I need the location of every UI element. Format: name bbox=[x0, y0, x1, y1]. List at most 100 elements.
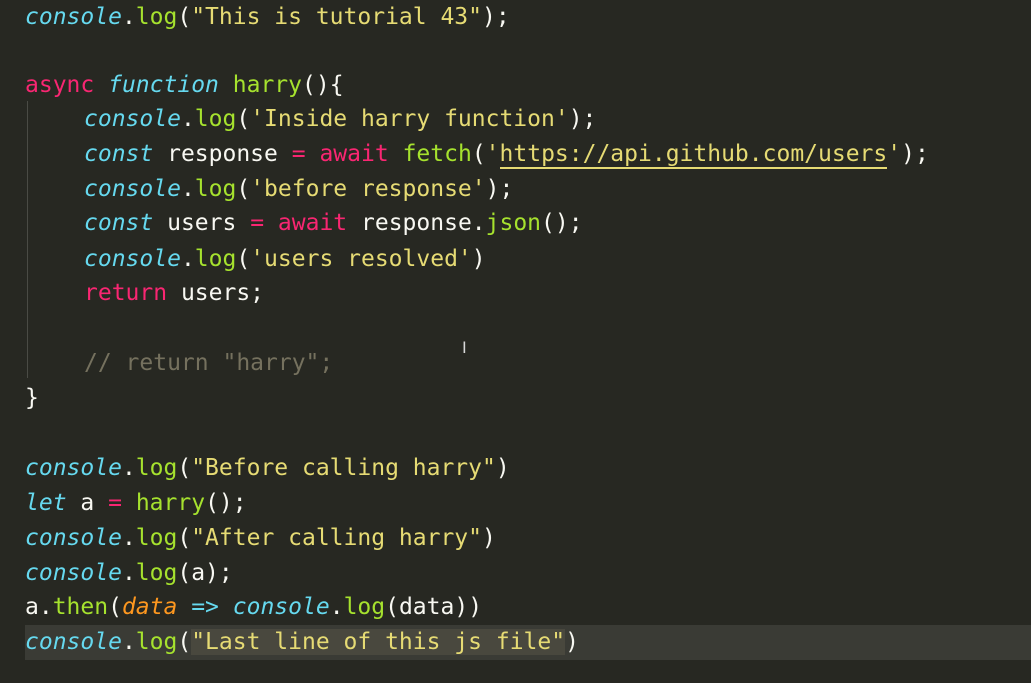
token-dot: . bbox=[329, 594, 344, 620]
token-parameter: data bbox=[121, 594, 178, 620]
token-console: console bbox=[84, 106, 181, 132]
token-punct: (); bbox=[205, 490, 247, 516]
token-log: log bbox=[194, 106, 237, 132]
token-paren: ( bbox=[471, 141, 486, 167]
token-punct: ); bbox=[568, 106, 597, 132]
code-line-3[interactable]: async function harry(){ bbox=[25, 68, 344, 103]
token-string: 'Inside harry function' bbox=[250, 106, 569, 132]
token-quote: ' bbox=[485, 141, 500, 167]
token-variable: response bbox=[153, 141, 292, 167]
code-line-4[interactable]: console.log('Inside harry function'); bbox=[84, 102, 596, 137]
token-then: then bbox=[52, 594, 109, 620]
token-dot: . bbox=[121, 4, 136, 30]
token-punct: (data)) bbox=[385, 594, 483, 620]
token-punct: (); bbox=[541, 210, 583, 236]
token-console: console bbox=[25, 560, 122, 586]
token-log: log bbox=[194, 246, 237, 272]
token-object: response. bbox=[361, 210, 486, 236]
token-const: const bbox=[84, 210, 154, 236]
token-object: a. bbox=[25, 594, 53, 620]
token-dot: . bbox=[121, 455, 136, 481]
token-dot: . bbox=[121, 560, 136, 586]
token-function-call: harry bbox=[135, 490, 206, 516]
token-string: 'users resolved' bbox=[250, 246, 472, 272]
token-console: console bbox=[25, 629, 122, 655]
token-return: return bbox=[84, 280, 168, 306]
token-log: log bbox=[135, 455, 178, 481]
code-line-12[interactable]: } bbox=[25, 381, 39, 416]
token-quote: ' bbox=[887, 141, 902, 167]
token-dot: . bbox=[180, 176, 195, 202]
token-string: "Before calling harry" bbox=[191, 455, 496, 481]
token-variable: a bbox=[66, 490, 109, 516]
token-punct: ); bbox=[901, 141, 929, 167]
token-string-selected: "Last line of this js file" bbox=[191, 629, 566, 655]
code-line-17[interactable]: console.log(a); bbox=[25, 556, 233, 591]
code-line-6[interactable]: console.log('before response'); bbox=[84, 172, 513, 207]
token-async: async bbox=[25, 72, 95, 98]
token-const: const bbox=[84, 141, 154, 167]
code-line-9[interactable]: return users; bbox=[84, 276, 264, 311]
token-log: log bbox=[343, 594, 386, 620]
token-json: json bbox=[485, 210, 542, 236]
token-console: console bbox=[84, 176, 181, 202]
code-line-14[interactable]: console.log("Before calling harry") bbox=[25, 451, 510, 486]
token-string: "After calling harry" bbox=[191, 525, 482, 551]
token-paren: ( bbox=[236, 176, 251, 202]
token-log: log bbox=[135, 560, 178, 586]
code-line-18[interactable]: a.then(data => console.log(data)) bbox=[25, 590, 482, 625]
token-paren: ( bbox=[177, 525, 192, 551]
token-console: console bbox=[25, 525, 122, 551]
code-editor[interactable]: console.log("This is tutorial 43"); asyn… bbox=[0, 0, 1031, 683]
token-url-link[interactable]: https://api.github.com/users bbox=[499, 141, 888, 169]
token-string: 'before response' bbox=[250, 176, 486, 202]
token-await: await bbox=[319, 141, 389, 167]
code-line-19-active[interactable]: console.log("Last line of this js file") bbox=[25, 625, 1031, 660]
code-line-7[interactable]: const users = await response.json(); bbox=[84, 206, 583, 241]
token-log: log bbox=[194, 176, 237, 202]
token-paren: ( bbox=[177, 4, 192, 30]
token-log: log bbox=[135, 525, 178, 551]
code-line-11[interactable]: // return "harry"; bbox=[84, 346, 333, 381]
token-fetch: fetch bbox=[402, 141, 472, 167]
code-line-8[interactable]: console.log('users resolved') bbox=[84, 242, 486, 277]
token-await: await bbox=[277, 210, 348, 236]
token-console: console bbox=[25, 455, 122, 481]
token-let: let bbox=[25, 490, 67, 516]
token-punct: ); bbox=[482, 4, 510, 30]
code-line-5[interactable]: const response = await fetch('https://ap… bbox=[84, 137, 929, 172]
token-function: function bbox=[108, 72, 219, 98]
token-paren: ( bbox=[236, 106, 251, 132]
token-paren: ( bbox=[177, 629, 192, 655]
token-paren: ( bbox=[108, 594, 122, 620]
token-punct: ) bbox=[495, 455, 510, 481]
code-line-1[interactable]: console.log("This is tutorial 43"); bbox=[25, 0, 510, 35]
token-dot: . bbox=[121, 525, 136, 551]
token-console: console bbox=[84, 246, 181, 272]
token-string: "This is tutorial 43" bbox=[191, 4, 482, 30]
code-line-15[interactable]: let a = harry(); bbox=[25, 486, 247, 521]
token-console: console bbox=[232, 594, 330, 620]
token-arrow: => bbox=[191, 594, 219, 620]
token-expression: users; bbox=[167, 280, 265, 306]
token-punct: (){ bbox=[302, 72, 344, 98]
token-console: console bbox=[25, 4, 122, 30]
token-brace: } bbox=[25, 385, 39, 411]
token-dot: . bbox=[121, 629, 136, 655]
code-line-16[interactable]: console.log("After calling harry") bbox=[25, 521, 496, 556]
token-punct: ) bbox=[471, 246, 486, 272]
token-punct: ); bbox=[485, 176, 514, 202]
token-function-name: harry bbox=[232, 72, 302, 98]
token-operator: = bbox=[108, 490, 122, 516]
token-log: log bbox=[135, 629, 178, 655]
token-variable: users bbox=[153, 210, 251, 236]
token-dot: . bbox=[180, 106, 195, 132]
